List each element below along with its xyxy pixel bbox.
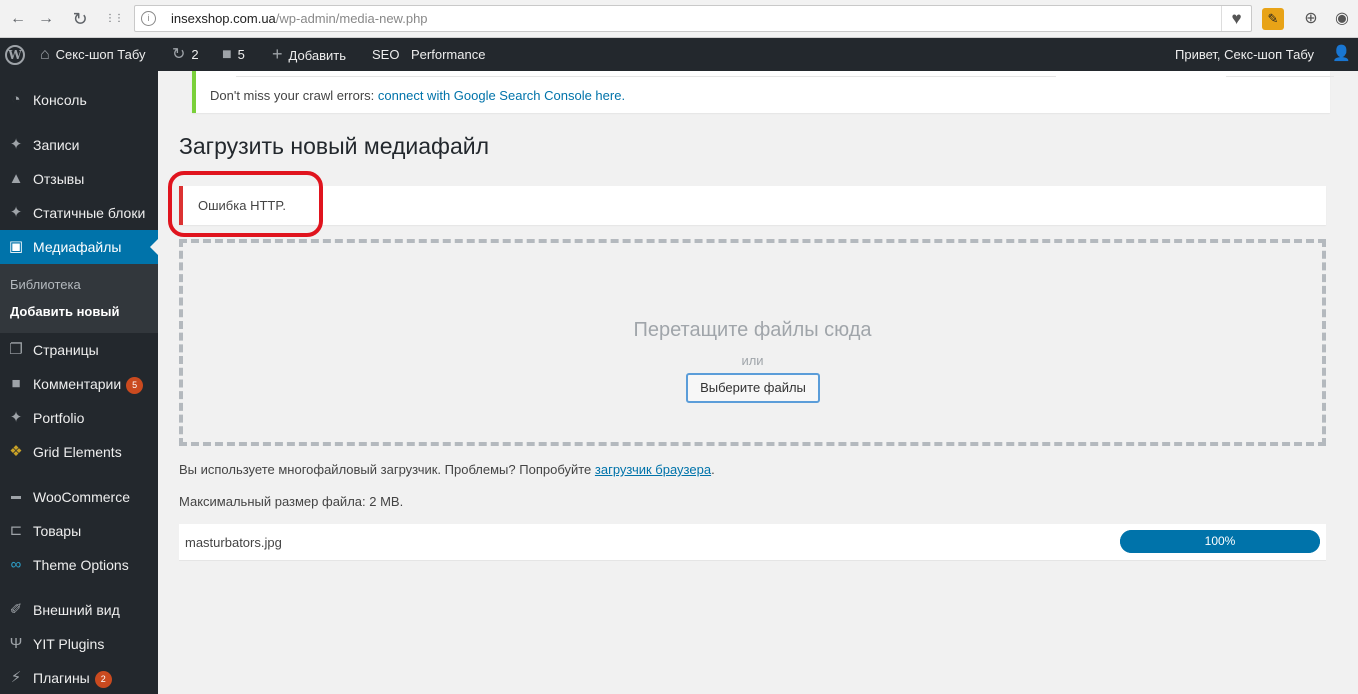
sidebar-item-pages[interactable]: ❐ Страницы — [0, 333, 158, 367]
drop-or-text: или — [741, 353, 764, 368]
browser-toolbar: ← → ↻ ⋮⋮ i insexshop.com.ua/wp-admin/med… — [0, 0, 1358, 38]
drop-title: Перетащите файлы сюда — [633, 319, 872, 341]
sidebar-item-portfolio[interactable]: ✦ Portfolio — [0, 401, 158, 435]
seo-menu[interactable]: SEO — [372, 38, 399, 71]
sidebar-item-media[interactable]: ▣ Медиафайлы — [0, 230, 158, 264]
extension-icon[interactable]: ✎ — [1262, 8, 1284, 30]
sidebar-item-appearance[interactable]: ✐ Внешний вид — [0, 593, 158, 627]
media-submenu: Библиотека Добавить новый — [0, 264, 158, 333]
sidebar-item-posts[interactable]: ✦ Записи — [0, 128, 158, 162]
thumbs-up-icon: ▲ — [8, 170, 24, 187]
account-icon[interactable]: ◉ — [1331, 8, 1353, 30]
browser-uploader-link[interactable]: загрузчик браузера — [595, 462, 711, 477]
bookmark-heart-icon[interactable]: ♥ — [1221, 6, 1251, 31]
upload-progress-bar: 100% — [1120, 530, 1320, 553]
sidebar-item-static-blocks[interactable]: ✦ Статичные блоки — [0, 196, 158, 230]
notice-text: Don't miss your crawl errors: connect wi… — [210, 88, 626, 103]
brush-icon: ✐ — [9, 601, 23, 618]
submenu-library[interactable]: Библиотека — [10, 277, 81, 292]
upload-filename: masturbators.jpg — [185, 535, 282, 550]
download-icon[interactable]: ⊕ — [1300, 8, 1322, 30]
updates-icon: ↻ — [172, 46, 186, 63]
sidebar-item-grid-elements[interactable]: ❖ Grid Elements — [0, 435, 158, 469]
comment-icon: ■ — [11, 375, 21, 392]
comments-link[interactable]: ■ 5 — [222, 38, 245, 71]
updates-link[interactable]: ↻ 2 — [172, 38, 199, 71]
sidebar-item-plugins[interactable]: ⚡ Плагины 2 — [0, 661, 158, 694]
error-highlight-circle — [168, 171, 323, 237]
submenu-add-new[interactable]: Добавить новый — [10, 304, 119, 319]
pin-icon: ✦ — [9, 204, 23, 221]
wordpress-logo-icon[interactable]: W — [5, 45, 25, 65]
pages-icon: ❐ — [9, 341, 23, 358]
select-files-button[interactable]: Выберите файлы — [686, 373, 820, 403]
uploader-info: Вы используете многофайловый загрузчик. … — [179, 462, 715, 477]
notice-divider — [236, 71, 1056, 77]
sidebar-item-dashboard[interactable]: ◔ Консоль — [0, 83, 158, 117]
current-menu-arrow — [150, 239, 158, 255]
url-text[interactable]: insexshop.com.ua/wp-admin/media-new.php — [171, 11, 428, 26]
upload-progress-label: 100% — [1204, 534, 1236, 548]
forward-button[interactable]: → — [36, 9, 56, 29]
search-console-link[interactable]: connect with Google Search Console here. — [378, 88, 625, 103]
upload-item: masturbators.jpg 100% — [179, 524, 1326, 561]
pin-icon: ✦ — [9, 136, 23, 153]
home-icon: ⌂ — [40, 46, 50, 63]
search-console-notice: Don't miss your crawl errors: connect wi… — [192, 71, 1334, 113]
sidebar-item-reviews[interactable]: ▲ Отзывы — [0, 162, 158, 196]
user-avatar-icon[interactable]: 👤 — [1332, 46, 1351, 62]
page-title: Загрузить новый медиафайл — [179, 133, 490, 159]
wp-admin-bar: W ⌂ Секс-шоп Табу ↻ 2 ■ 5 + Добавить SEO Per… — [0, 38, 1358, 71]
comments-count-badge: 5 — [126, 377, 144, 394]
address-bar[interactable]: i insexshop.com.ua/wp-admin/media-new.ph… — [134, 5, 1252, 32]
max-file-size: Максимальный размер файла: 2 MB. — [179, 494, 404, 509]
cart-icon: ⊏ — [9, 522, 23, 539]
page-scrollbar[interactable] — [1348, 71, 1358, 694]
plugins-icon: Ψ — [9, 635, 23, 652]
infinity-icon: ∞ — [10, 556, 22, 573]
admin-sidebar: ◔ Консоль ✦ Записи ▲ Отзывы ✦ Статичные блок… — [0, 71, 158, 694]
sidebar-item-woocommerce[interactable]: ▬ WooCommerce — [0, 480, 158, 514]
site-info-icon[interactable]: i — [141, 11, 156, 26]
performance-menu[interactable]: Performance — [411, 38, 485, 71]
greeting-link[interactable]: Привет, Секс-шоп Табу — [1175, 38, 1314, 71]
dashboard-icon: ◔ — [11, 91, 21, 108]
site-name-link[interactable]: ⌂ Секс-шоп Табу — [40, 38, 146, 71]
woo-icon: ▬ — [11, 491, 21, 502]
sidebar-item-comments[interactable]: ■ Комментарии 5 — [0, 367, 158, 401]
add-new-link[interactable]: + Добавить — [272, 38, 346, 71]
reload-button[interactable]: ↻ — [70, 9, 90, 29]
back-button[interactable]: ← — [8, 9, 28, 29]
sidebar-item-yit-plugins[interactable]: Ψ YIT Plugins — [0, 627, 158, 661]
http-error-notice: Ошибка HTTP. — [179, 186, 1326, 225]
apps-button[interactable]: ⋮⋮ — [104, 9, 124, 29]
grid-icon: ❖ — [9, 443, 23, 460]
sidebar-item-theme-options[interactable]: ∞ Theme Options — [0, 548, 158, 582]
notice-divider — [1226, 71, 1334, 77]
plugins-count-badge: 2 — [94, 671, 112, 688]
sidebar-item-products[interactable]: ⊏ Товары — [0, 514, 158, 548]
plug-icon: ⚡ — [10, 669, 22, 686]
pin-icon: ✦ — [9, 409, 23, 426]
file-drop-zone[interactable]: Перетащите файлы сюда или Выберите файлы — [179, 239, 1326, 446]
plus-icon: + — [272, 44, 283, 64]
media-icon: ▣ — [8, 238, 24, 255]
comment-bubble-icon: ■ — [222, 46, 232, 63]
